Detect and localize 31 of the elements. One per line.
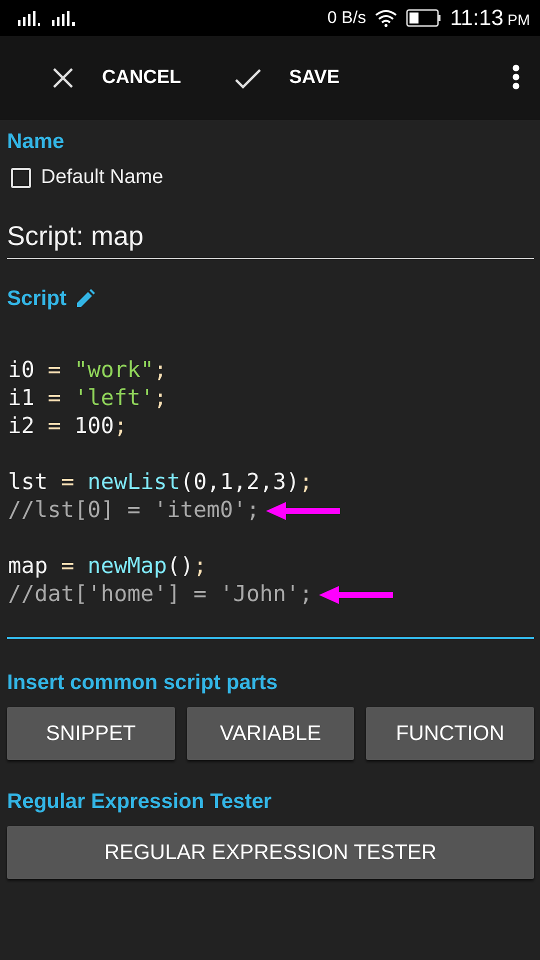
code-line: //lst[0] = 'item0'; — [8, 497, 260, 525]
section-label: Regular Expression Tester — [7, 790, 273, 814]
section-label: Script — [7, 287, 67, 311]
wifi-icon — [374, 9, 398, 27]
insert-button[interactable]: VARIABLE — [186, 707, 354, 760]
arrow-icon — [266, 502, 340, 520]
section-label: Name — [7, 130, 66, 154]
signal-icon — [50, 10, 76, 26]
cancel-button[interactable]: CANCEL — [40, 59, 194, 97]
code-line: i0 = "work"; — [8, 357, 167, 385]
clock: 11:13 PM — [450, 5, 530, 31]
checkmark-icon — [235, 67, 262, 89]
save-button[interactable]: SAVE — [223, 59, 352, 97]
code-line: //dat['home'] = 'John'; — [8, 581, 313, 609]
checkbox[interactable] — [11, 168, 31, 188]
close-icon — [52, 67, 74, 89]
title-field[interactable]: Script: map — [7, 217, 534, 259]
code-line: i2 = 100; — [8, 413, 128, 441]
regex-tester-button[interactable]: REGULAR EXPRESSION TESTER — [7, 826, 534, 879]
signal-icon — [16, 10, 42, 26]
network-speed: 0 B/s — [327, 8, 366, 28]
section-label: Insert common script parts — [7, 671, 279, 695]
battery-icon — [406, 9, 442, 27]
insert-button[interactable]: SNIPPET — [7, 707, 175, 760]
arrow-icon — [318, 586, 393, 604]
insert-button[interactable]: FUNCTION — [366, 707, 534, 760]
code-line: i1 = 'left'; — [8, 385, 167, 413]
code-line: map = newMap(); — [8, 553, 207, 581]
checkbox-label[interactable]: Default Name — [41, 166, 164, 189]
pencil-icon[interactable] — [74, 289, 95, 309]
code-line: lst = newList(0,1,2,3); — [8, 469, 313, 497]
